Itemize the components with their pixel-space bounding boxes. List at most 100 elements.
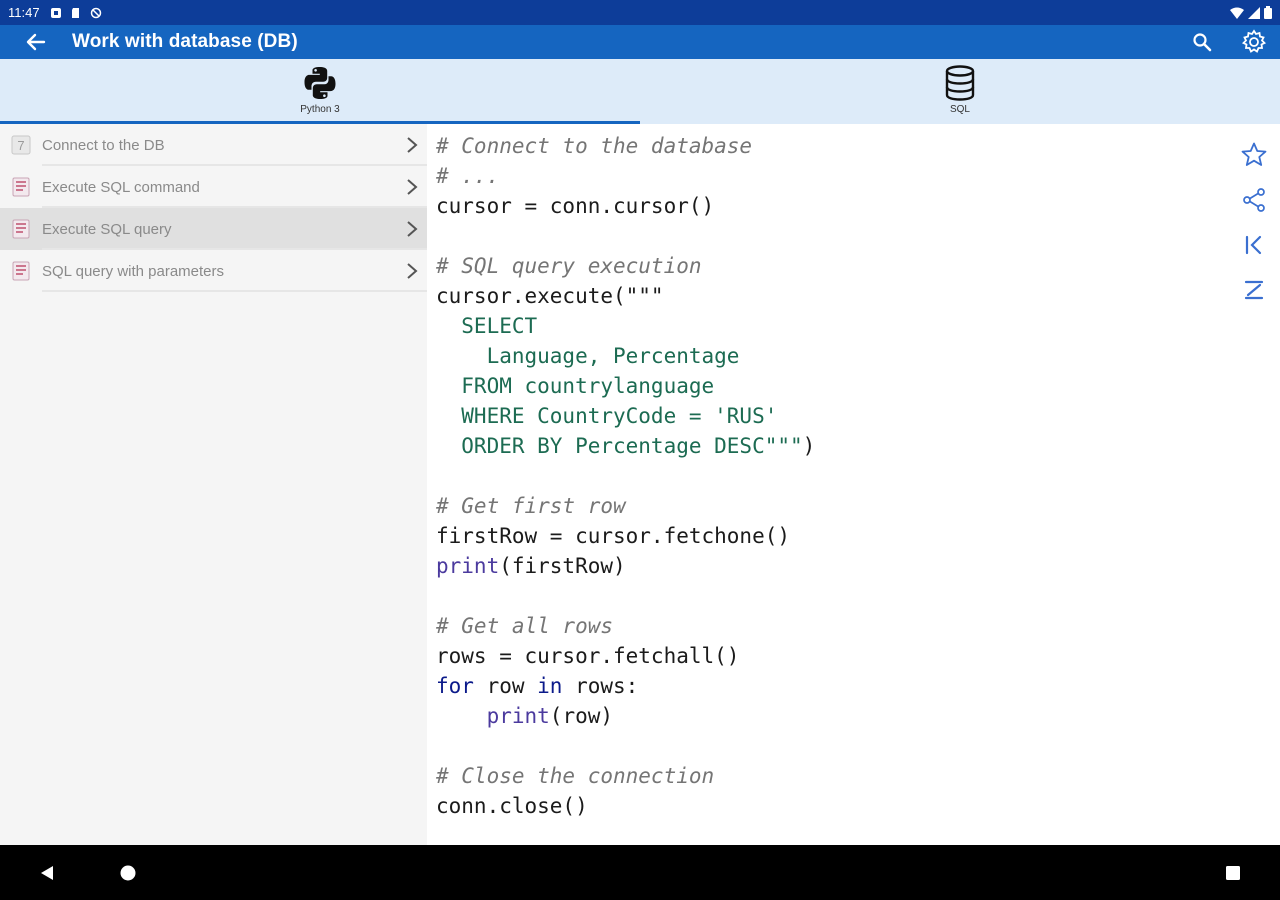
code-token: WHERE CountryCode = 'RUS' <box>436 404 778 428</box>
settings-icon <box>1241 29 1267 53</box>
star-icon <box>1241 142 1266 166</box>
code-token: conn.close() <box>436 794 588 818</box>
code-line: Language, Percentage <box>436 341 815 371</box>
code-line: SELECT <box>436 311 815 341</box>
code-line: # ... <box>436 161 815 191</box>
chevron-right-icon <box>397 220 427 238</box>
code-token: rows = cursor.fetchall() <box>436 644 740 668</box>
code-token: (firstRow) <box>499 554 626 578</box>
favorite-button[interactable] <box>1234 132 1274 177</box>
code-token: print <box>436 554 500 578</box>
code-token: # Close the connection <box>436 764 715 788</box>
tab-sql-label: SQL <box>949 104 970 115</box>
code-block: # Connect to the database # ... cursor = c… <box>436 131 815 821</box>
first-page-icon <box>1245 235 1261 254</box>
tab-python-label: Python 3 <box>300 104 340 115</box>
nav-home-button[interactable] <box>114 859 142 887</box>
code-token: # Get first row <box>436 494 626 518</box>
sidebar-item-label: Execute SQL query <box>42 220 172 238</box>
back-button[interactable] <box>0 25 72 59</box>
code-token: cursor.execute(""" <box>436 284 664 308</box>
code-line: cursor.execute(""" <box>436 281 815 311</box>
status-bar: 11:47 <box>0 0 1280 25</box>
code-token: rows: <box>562 674 639 698</box>
app-bar: Work with database (DB) <box>0 25 1280 59</box>
last-page-icon <box>1244 280 1263 299</box>
nav-back-icon <box>41 866 53 880</box>
tab-sql[interactable]: SQL <box>640 59 1280 124</box>
svg-text:7: 7 <box>17 138 24 153</box>
sd-card-icon <box>71 7 79 18</box>
nav-recents-button[interactable] <box>1219 859 1247 887</box>
code-line: conn.close() <box>436 791 815 821</box>
code-line: # Get first row <box>436 491 815 521</box>
sync-icon <box>90 7 101 18</box>
code-line: cursor = conn.cursor() <box>436 191 815 221</box>
python-logo-icon <box>304 67 336 99</box>
nav-back-button[interactable] <box>33 859 61 887</box>
code-token: print <box>486 704 550 728</box>
system-nav-bar <box>0 845 1280 900</box>
code-line: print(row) <box>436 701 815 731</box>
sidebar: 7 Connect to the DB Execute SQL command … <box>0 124 427 845</box>
code-token: cursor = conn.cursor() <box>436 194 715 218</box>
number-seven-icon: 7 <box>11 135 31 155</box>
chevron-right-icon <box>397 136 427 154</box>
code-line: WHERE CountryCode = 'RUS' <box>436 401 815 431</box>
code-line: # SQL query execution <box>436 251 815 281</box>
sql-doc-icon <box>11 177 31 197</box>
last-page-button[interactable] <box>1234 267 1274 312</box>
search-icon <box>1193 33 1212 52</box>
divider <box>42 290 427 292</box>
sidebar-item-query-parameters[interactable]: SQL query with parameters <box>0 250 427 292</box>
battery-icon <box>1264 6 1272 19</box>
search-button[interactable] <box>1176 25 1228 59</box>
share-icon <box>1242 187 1265 212</box>
code-token: ORDER BY Percentage DESC""" <box>436 434 803 458</box>
code-token: # Connect to the database <box>436 134 753 158</box>
settings-button[interactable] <box>1228 25 1280 59</box>
code-token: # ... <box>436 164 500 188</box>
code-token: SELECT <box>436 314 538 338</box>
code-token: in <box>537 674 563 698</box>
tab-bar: Python 3 SQL <box>0 59 1280 124</box>
code-token: firstRow = cursor.fetchone() <box>436 524 791 548</box>
code-token: row <box>473 674 538 698</box>
code-token: FROM countrylanguage <box>436 374 715 398</box>
nav-recents-icon <box>1226 866 1240 880</box>
sidebar-item-execute-query[interactable]: Execute SQL query <box>0 208 427 250</box>
code-line: FROM countrylanguage <box>436 371 815 401</box>
tab-python[interactable]: Python 3 <box>0 59 640 124</box>
sql-doc-icon <box>11 219 31 239</box>
code-line: # Connect to the database <box>436 131 815 161</box>
sidebar-item-connect[interactable]: 7 Connect to the DB <box>0 124 427 166</box>
nav-home-icon <box>120 865 136 881</box>
share-button[interactable] <box>1234 177 1274 222</box>
sql-doc-icon <box>11 261 31 281</box>
first-page-button[interactable] <box>1234 222 1274 267</box>
code-viewer[interactable]: # Connect to the database # ... cursor = c… <box>427 124 1227 845</box>
code-line: print(firstRow) <box>436 551 815 581</box>
sidebar-item-label: Connect to the DB <box>42 136 165 154</box>
arrow-back-icon <box>26 33 46 51</box>
code-token: (row) <box>549 704 614 728</box>
sidebar-item-execute-command[interactable]: Execute SQL command <box>0 166 427 208</box>
signal-icon <box>1248 6 1260 19</box>
chevron-right-icon <box>397 262 427 280</box>
chevron-right-icon <box>397 178 427 196</box>
code-line: rows = cursor.fetchall() <box>436 641 815 671</box>
right-toolbar <box>1227 124 1280 845</box>
code-token: Language, Percentage <box>436 344 740 368</box>
sidebar-item-label: SQL query with parameters <box>42 262 225 280</box>
sidebar-item-label: Execute SQL command <box>42 178 200 196</box>
status-time: 11:47 <box>8 5 40 20</box>
code-line: # Close the connection <box>436 761 815 791</box>
page-title: Work with database (DB) <box>72 31 298 52</box>
code-token: # Get all rows <box>436 614 614 638</box>
code-token: # SQL query execution <box>436 254 702 278</box>
